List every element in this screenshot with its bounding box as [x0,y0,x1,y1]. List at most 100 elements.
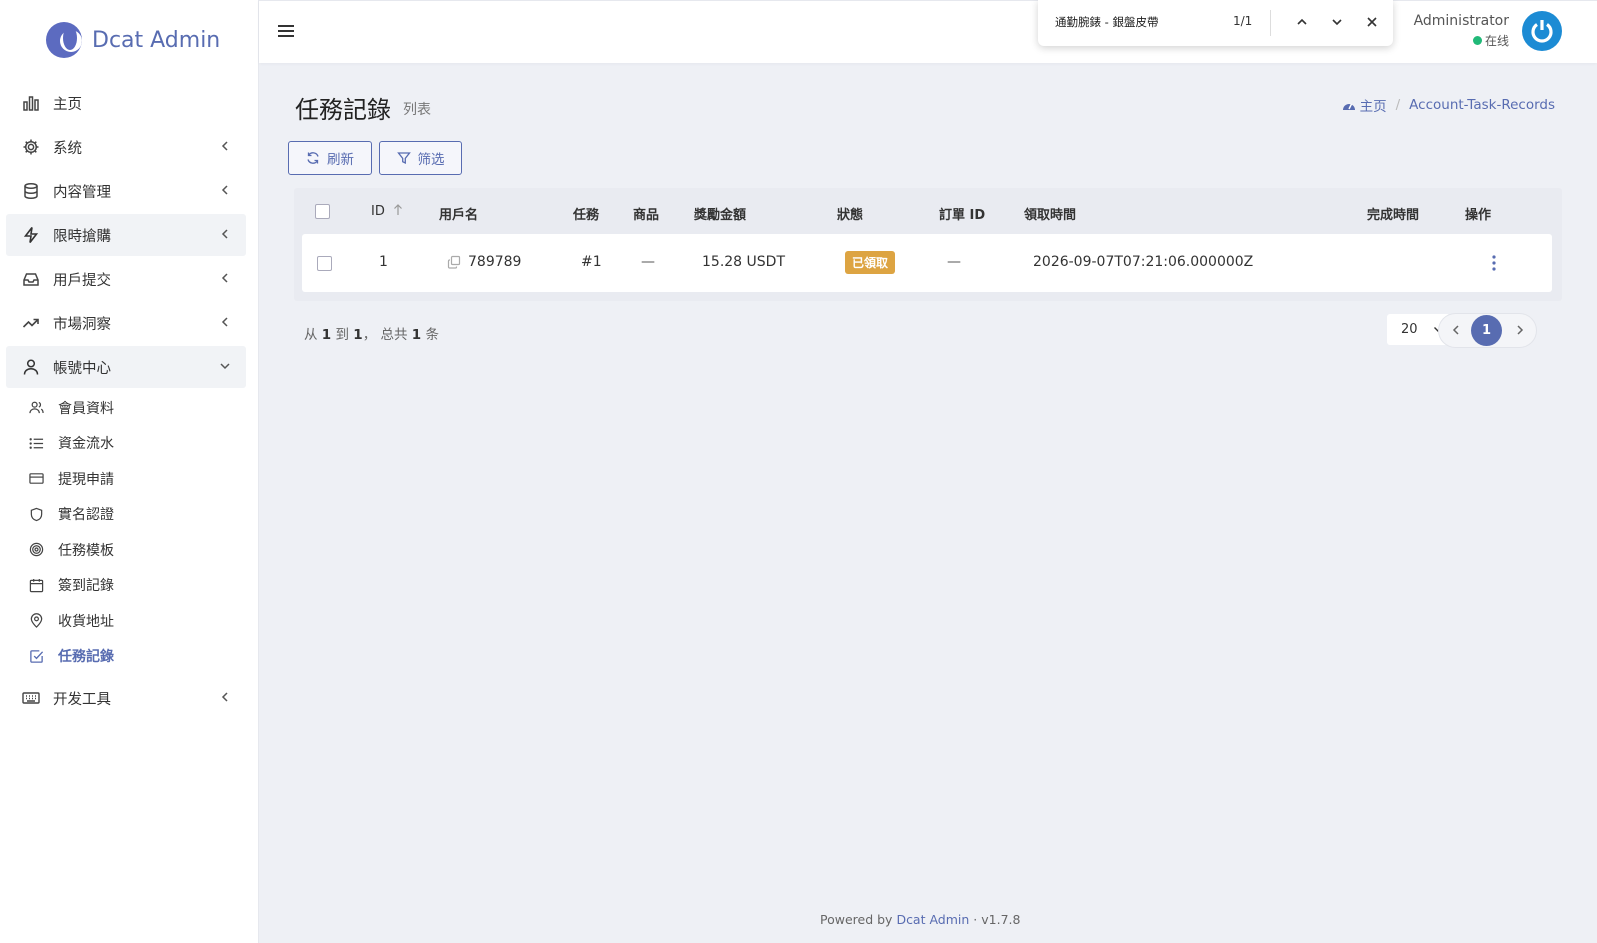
close-icon [1367,17,1377,27]
next-page-icon[interactable] [1513,323,1527,337]
sidebar-subitem-label: 收貨地址 [58,613,114,630]
power-icon [1531,20,1553,43]
sidebar-subitem-label: 實名認證 [58,507,114,524]
sidebar-subitem-shipping-addresses[interactable]: 收貨地址 [6,603,246,639]
sidebar-item-label: 市場洞察 [53,316,111,333]
cell-username-text: 789789 [468,254,522,270]
pagination-summary: 从 1 到 1， 总共 1 条 [304,323,439,343]
gear-icon [21,137,41,157]
column-header-claimed-at: 領取時間 [1024,208,1077,223]
sidebar-subitem-label: 簽到記錄 [58,578,114,595]
sidebar-item-flash-sale[interactable]: 限時搶購 [6,214,246,256]
column-header-actions: 操作 [1465,208,1492,223]
footer-prefix: Powered by [820,912,893,927]
refresh-button[interactable]: 刷新 [288,141,372,175]
cell-claimed-at: 2026-09-07T07:21:06.000000Z [1033,254,1254,270]
lightning-icon [21,225,41,245]
table-row: 1 789789 #1 — 15.28 USDT 已領取 — 2026-09-0… [302,234,1552,292]
sidebar-subitem-checkin-records[interactable]: 簽到記錄 [6,568,246,604]
find-count: 1/1 [1233,14,1253,28]
footer: Powered by Dcat Admin · v1.7.8 [820,912,1020,927]
sidebar-item-label: 系统 [53,140,82,157]
chevron-left-icon [221,317,228,327]
sidebar-item-dev-tools[interactable]: 开发工具 [6,677,246,719]
breadcrumb-home[interactable]: 主页 [1342,95,1387,115]
sidebar-subitem-label: 提現申請 [58,471,114,488]
sidebar-item-account-center[interactable]: 帳號中心 [6,346,246,388]
column-header-reward: 獎勵金額 [694,208,747,223]
sidebar-item-label: 内容管理 [53,184,111,201]
column-header-id-label: ID [371,204,385,219]
column-header-id[interactable]: ID [371,204,403,219]
sidebar-subitem-fund-flow[interactable]: 資金流水 [6,426,246,462]
target-icon [28,542,44,558]
database-icon [21,181,41,201]
sidebar-item-label: 开发工具 [53,691,111,708]
find-next-button[interactable] [1328,13,1346,31]
sidebar-subitem-members[interactable]: 會員資料 [6,390,246,426]
cell-task: #1 [581,254,602,270]
breadcrumb: 主页 / Account-Task-Records [1342,95,1555,115]
brand-name: Dcat Admin [92,27,221,53]
sidebar-subitem-task-templates[interactable]: 任務模板 [6,532,246,568]
account-center-submenu: 會員資料 資金流水 提現申請 實名認證 任務模板 簽到記錄 收貨地址 任務記錄 [6,390,246,674]
copy-icon[interactable] [447,255,461,269]
sidebar-item-market-insights[interactable]: 市場洞察 [6,302,246,344]
sidebar-item-label: 帳號中心 [53,360,111,377]
chevron-up-icon [1297,18,1307,25]
more-actions-icon[interactable] [1492,253,1496,273]
pagination-unit: 条 [425,327,440,343]
list-icon [28,435,44,451]
sidebar-subitem-label: 資金流水 [58,436,114,453]
users-icon [28,400,44,416]
chevron-left-icon [221,273,228,283]
chevron-left-icon [221,229,228,239]
breadcrumb-current[interactable]: Account-Task-Records [1409,97,1555,113]
user-name: Administrator [1413,13,1509,29]
page-title: 任務記錄 [295,96,391,124]
cell-reward: 15.28 USDT [702,254,785,270]
column-header-product: 商品 [633,208,660,223]
pagination-total-prefix: ， 总共 [362,327,408,343]
filter-button-label: 筛选 [417,152,445,168]
shield-icon [28,506,44,522]
column-header-username: 用戶名 [439,208,479,223]
sidebar-subitem-withdrawals[interactable]: 提現申請 [6,461,246,497]
pagination-prefix: 从 [304,327,318,343]
sidebar-item-user-submissions[interactable]: 用戶提交 [6,258,246,300]
pagination-to: 1 [353,327,363,343]
user-status-label: 在线 [1484,34,1509,48]
footer-version: v1.7.8 [981,912,1021,927]
chevron-left-icon [221,141,228,151]
sidebar-item-system[interactable]: 系统 [6,126,246,168]
page-current[interactable]: 1 [1471,315,1502,346]
previous-page-icon[interactable] [1449,323,1463,337]
select-all-checkbox[interactable] [315,204,330,219]
find-query[interactable]: 通勤腕錶 - 銀盤皮帶 [1055,14,1158,30]
find-prev-button[interactable] [1293,13,1311,31]
chevron-down-icon [220,363,230,370]
dashboard-icon [1342,103,1355,110]
avatar[interactable] [1522,11,1562,51]
refresh-button-label: 刷新 [327,152,354,168]
sidebar-subitem-task-records[interactable]: 任務記錄 [6,639,246,675]
breadcrumb-home-label: 主页 [1359,99,1387,115]
find-close-button[interactable] [1363,13,1381,31]
find-bar: 通勤腕錶 - 銀盤皮帶 1/1 [1038,0,1393,46]
records-table: ID 用戶名 任務 商品 獎勵金額 狀態 訂單 ID 領取時間 完成時間 操作 … [294,188,1562,301]
filter-button[interactable]: 筛选 [379,141,462,175]
column-header-status: 狀態 [837,208,864,223]
sidebar-item-home[interactable]: 主页 [6,82,246,124]
credit-card-icon [28,471,44,487]
user-icon [21,357,41,377]
cell-username: 789789 [447,254,521,270]
sidebar-subitem-verification[interactable]: 實名認證 [6,497,246,533]
footer-link[interactable]: Dcat Admin [896,912,969,927]
user-info[interactable]: Administrator 在线 [1414,13,1509,49]
sidebar-item-content[interactable]: 内容管理 [6,170,246,212]
main-content: 任務記錄 列表 主页 / Account-Task-Records 刷新 筛选 … [259,62,1597,943]
hamburger-menu-icon[interactable] [275,21,297,41]
brand[interactable]: Dcat Admin [46,20,220,60]
online-dot-icon [1472,36,1482,45]
row-checkbox[interactable] [317,256,332,271]
